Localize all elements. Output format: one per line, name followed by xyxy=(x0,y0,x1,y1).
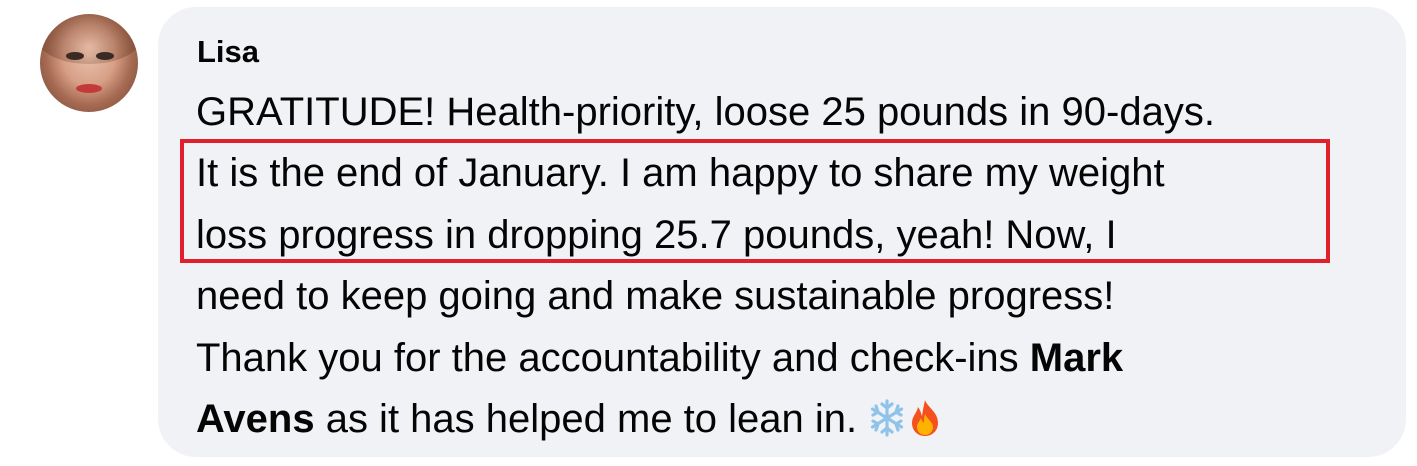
comment-line-6-text: as it has helped me to lean in. xyxy=(314,396,869,441)
comment-line-4: need to keep going and make sustainable … xyxy=(196,274,1115,319)
avatar[interactable] xyxy=(40,14,138,112)
highlight-box xyxy=(180,139,1330,263)
comment-author[interactable]: Lisa xyxy=(197,36,259,67)
snowflake-emoji-icon xyxy=(868,398,906,438)
mention-link-continued[interactable]: Avens xyxy=(196,397,315,441)
avatar-lips xyxy=(76,84,102,93)
comment-body: GRATITUDE! Health-priority, loose 25 pou… xyxy=(196,82,1386,450)
avatar-eye-left xyxy=(66,52,84,60)
comment-line-6: Avens as it has helped me to lean in. xyxy=(196,389,1386,450)
avatar-hair xyxy=(40,14,138,64)
comment-line-5: Thank you for the accountability and che… xyxy=(196,328,1386,389)
fire-emoji-icon xyxy=(906,398,944,438)
mention-link[interactable]: Mark xyxy=(1030,336,1123,380)
avatar-eye-right xyxy=(96,52,114,60)
comment-line-5-text: Thank you for the accountability and che… xyxy=(196,335,1030,380)
comment-line-1: GRATITUDE! Health-priority, loose 25 pou… xyxy=(196,90,1215,134)
